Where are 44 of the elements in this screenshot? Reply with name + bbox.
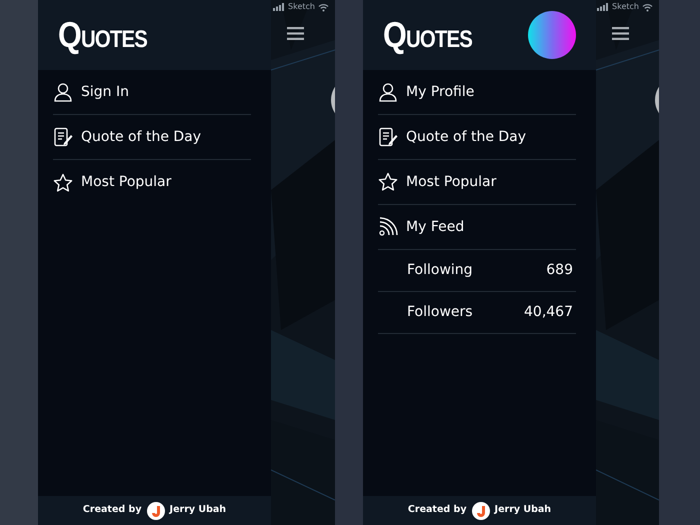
wifi-icon bbox=[642, 2, 653, 12]
menu-icon[interactable] bbox=[612, 27, 629, 40]
carrier-label: Sketch bbox=[612, 1, 639, 13]
menu-item[interactable]: My Feed bbox=[378, 205, 576, 250]
signal-icon bbox=[597, 3, 610, 11]
menu-item[interactable]: Most Popular bbox=[53, 160, 251, 205]
menu-label: Most Popular bbox=[406, 172, 496, 192]
menu-item[interactable]: Quote of the Day bbox=[53, 115, 251, 160]
document-pen-icon bbox=[378, 127, 398, 147]
star-icon bbox=[378, 172, 398, 192]
carrier-label: Sketch bbox=[288, 1, 315, 13]
credit-label: Created by bbox=[408, 503, 467, 518]
menu-label: Quote of the Day bbox=[81, 128, 202, 146]
stat-value: 689 bbox=[546, 261, 573, 280]
logo: QUOTES bbox=[58, 17, 147, 53]
user-icon bbox=[53, 82, 73, 102]
user-icon bbox=[378, 82, 398, 102]
credit-label: Created by bbox=[82, 503, 142, 518]
logo-icon bbox=[146, 502, 165, 520]
star-icon bbox=[53, 172, 73, 192]
menu-item[interactable]: Following 689 bbox=[378, 250, 576, 292]
menu-item[interactable]: Followers 40,467 bbox=[378, 292, 576, 334]
logo-icon bbox=[472, 502, 490, 520]
document-pen-icon bbox=[53, 127, 73, 147]
menu-label: Most Popular bbox=[81, 173, 172, 192]
author-name[interactable]: Jerry Ubah bbox=[170, 503, 226, 518]
menu-label: Sign In bbox=[81, 82, 129, 102]
menu-label: My Profile bbox=[406, 82, 474, 102]
logo: QUOTES bbox=[383, 17, 472, 53]
menu-item[interactable]: Quote of the Day bbox=[378, 115, 576, 160]
author-name[interactable]: Jerry Ubah bbox=[494, 503, 552, 518]
feed-icon bbox=[378, 217, 398, 237]
menu-label: My Feed bbox=[406, 218, 464, 236]
menu-label: Quote of the Day bbox=[406, 128, 526, 146]
menu-item[interactable]: Sign In bbox=[53, 70, 251, 115]
stat-label: Followers bbox=[407, 303, 473, 322]
stat-value: 40,467 bbox=[524, 303, 573, 322]
menu-item[interactable]: Most Popular bbox=[378, 160, 576, 205]
stat-label: Following bbox=[407, 261, 473, 280]
wifi-icon bbox=[318, 2, 329, 12]
menu-icon[interactable] bbox=[287, 27, 304, 40]
avatar[interactable] bbox=[528, 11, 576, 59]
menu-item[interactable]: My Profile bbox=[378, 70, 576, 115]
signal-icon bbox=[273, 3, 286, 11]
